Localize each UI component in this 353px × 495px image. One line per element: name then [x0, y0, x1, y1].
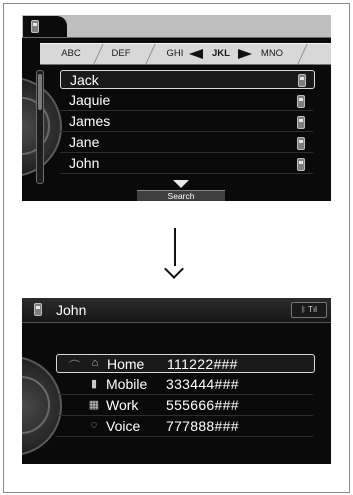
contact-row[interactable]: Jaquie: [60, 91, 313, 111]
next-tab-arrow-icon[interactable]: [238, 49, 252, 59]
contact-name: Jane: [69, 134, 100, 150]
phone-icon: [31, 20, 39, 33]
number-row[interactable]: ◌ Voice 777888###: [56, 417, 313, 437]
number-row[interactable]: ▦ Work 555666###: [56, 396, 313, 416]
contact-row[interactable]: Jack: [60, 70, 315, 89]
dial-handset-icon: ⌒: [69, 360, 80, 372]
phone-number: 333444###: [166, 376, 239, 392]
contact-name: James: [69, 113, 111, 129]
mobile-icon: ▮: [90, 378, 98, 390]
list-scrollbar[interactable]: [36, 70, 44, 184]
detail-header: John ᛒ Tıl: [22, 298, 331, 323]
voicemail-icon: ◌: [90, 419, 98, 431]
number-type-label: Home: [107, 356, 145, 372]
mobile-phone-icon: [297, 95, 305, 108]
work-icon: ▦: [88, 399, 100, 411]
contact-detail-screen: John ᛒ Tıl ⌒ ⌂ Home 111222### ▮ Mobile 3…: [22, 298, 331, 464]
contact-row[interactable]: Jane: [60, 133, 313, 153]
phonebook-list-screen: ABC DEF GHI JKL MNO Jack Jaquie James Ja…: [22, 15, 331, 201]
tab-divider: [145, 44, 156, 64]
phone-number: 111222###: [167, 356, 238, 372]
number-type-label: Work: [106, 397, 139, 413]
tab-jkl[interactable]: JKL: [208, 44, 234, 64]
bluetooth-signal-status-icon: ᛒ Tıl: [291, 302, 327, 318]
mobile-phone-icon: [297, 137, 305, 150]
tab-def[interactable]: DEF: [108, 44, 134, 64]
mobile-phone-icon: [297, 158, 305, 171]
alphabet-tabs: ABC DEF GHI JKL MNO: [40, 43, 331, 65]
search-button[interactable]: Search: [137, 190, 225, 201]
number-row[interactable]: ▮ Mobile 333444###: [56, 375, 313, 395]
number-type-label: Mobile: [106, 376, 148, 392]
contact-name: Jaquie: [69, 92, 111, 108]
number-row[interactable]: ⌒ ⌂ Home 111222###: [56, 354, 315, 373]
tab-divider: [297, 44, 308, 64]
contact-row[interactable]: James: [60, 112, 313, 132]
tab-divider: [93, 44, 104, 64]
phone-number: 777888###: [166, 418, 239, 434]
mobile-phone-icon: [297, 116, 305, 129]
top-strip: [22, 15, 331, 38]
contact-title: John: [56, 302, 87, 318]
number-type-label: Voice: [106, 418, 141, 434]
phone-icon: [34, 303, 42, 316]
contact-name: John: [69, 155, 100, 171]
phone-number: 555666###: [166, 397, 239, 413]
tab-ghi[interactable]: GHI: [162, 44, 188, 64]
tab-abc[interactable]: ABC: [58, 44, 84, 64]
phone-tab[interactable]: [23, 16, 67, 37]
home-icon: ⌂: [91, 357, 99, 369]
contact-name: Jack: [70, 72, 99, 88]
scroll-thumb[interactable]: [38, 74, 42, 110]
prev-tab-arrow-icon[interactable]: [189, 49, 203, 59]
contact-row[interactable]: John: [60, 154, 313, 174]
tab-mno[interactable]: MNO: [258, 44, 286, 64]
mobile-phone-icon: [298, 74, 306, 87]
scroll-down-arrow-icon[interactable]: [173, 180, 189, 188]
